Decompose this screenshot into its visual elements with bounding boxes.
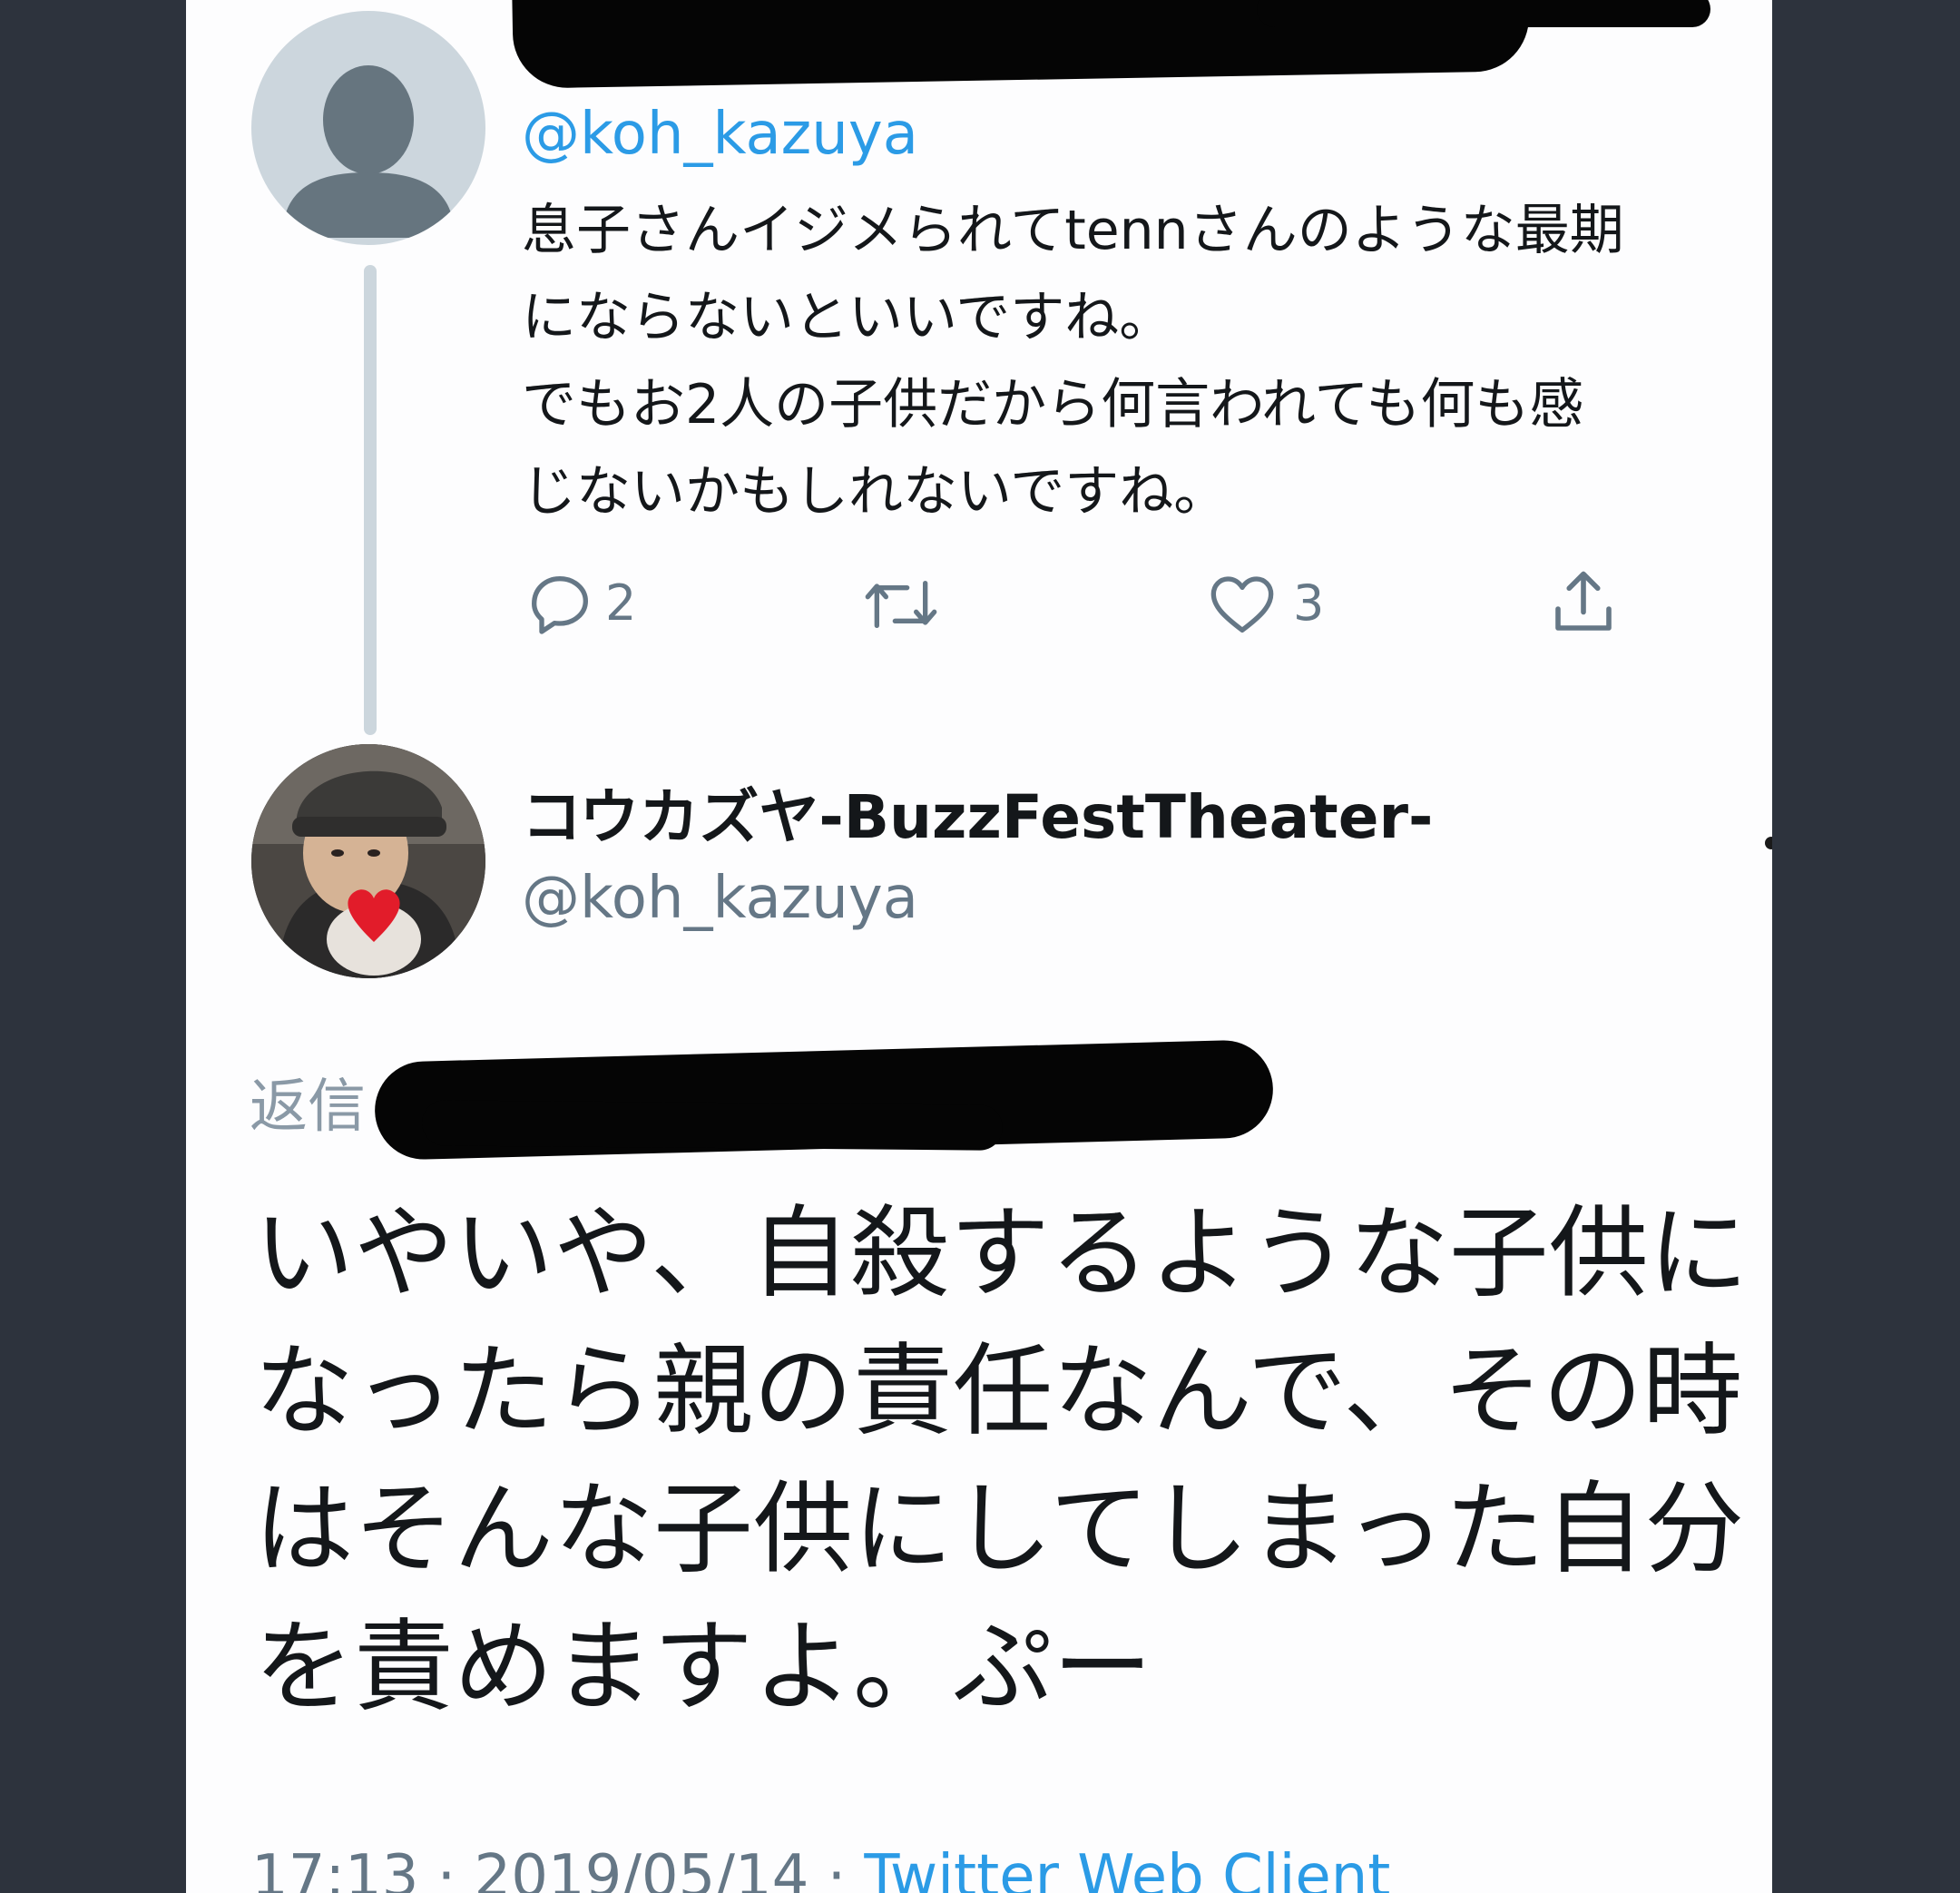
more-options-dot-icon[interactable]: [1765, 837, 1772, 849]
main-tweet-text: いやいや、自殺するような子供に なったら親の責任なんで、その時 はそんな子供にし…: [254, 1184, 1760, 1736]
retweet-button[interactable]: [858, 563, 945, 644]
tweet-meta: 17:13 · 2019/05/14 · Twitter Web Client: [251, 1840, 1390, 1893]
replying-to-label: 返信: [250, 1074, 366, 1141]
reply-tweet-text: 息子さんイジメられてtennさんのような最期 にならないといいですね。 でもお2…: [522, 187, 1772, 535]
main-tweet-line: なったら親の責任なんで、その時: [254, 1333, 1743, 1449]
reply-tweet-line: 息子さんイジメられてtennさんのような最期: [522, 199, 1624, 262]
profile-photo-avatar[interactable]: [251, 744, 485, 978]
default-avatar-icon: [282, 65, 455, 238]
main-tweet-line: いやいや、自殺するような子供に: [254, 1195, 1749, 1311]
like-count: 3: [1293, 574, 1325, 632]
main-tweet-line: はそんな子供にしてしまった自分: [254, 1471, 1745, 1587]
reply-tweet-handle[interactable]: @koh_kazuya: [522, 98, 918, 171]
retweet-icon: [865, 581, 937, 628]
redaction-mark-top-tail: [1257, 0, 1710, 27]
thread-connector-line: [364, 265, 377, 735]
reply-tweet-line: でもお2人の子供だから何言われても何も感: [522, 373, 1584, 436]
timestamp: 17:13 · 2019/05/14 ·: [251, 1843, 865, 1893]
client-link[interactable]: Twitter Web Client: [864, 1843, 1390, 1893]
redaction-mark-reply-to-lower: [421, 1100, 1004, 1151]
reply-tweet-line: じないかもしれないですね。: [522, 460, 1229, 524]
profile-photo-image: [251, 744, 485, 978]
share-icon: [1555, 571, 1612, 631]
reply-bubble-icon: [532, 576, 588, 634]
reply-count: 2: [605, 574, 637, 632]
default-avatar[interactable]: [251, 11, 485, 245]
share-button[interactable]: [1545, 563, 1622, 644]
heart-icon: [1210, 576, 1274, 633]
display-name[interactable]: コウカズヤ-BuzzFestTheater-: [522, 779, 1433, 857]
tweet-thread-panel: @koh_kazuya 息子さんイジメられてtennさんのような最期 にならない…: [186, 0, 1772, 1893]
main-tweet-handle[interactable]: @koh_kazuya: [522, 862, 918, 935]
main-tweet-line: を責めますよ。ぷー: [254, 1609, 1152, 1725]
reply-tweet-line: にならないといいですね。: [522, 286, 1174, 349]
